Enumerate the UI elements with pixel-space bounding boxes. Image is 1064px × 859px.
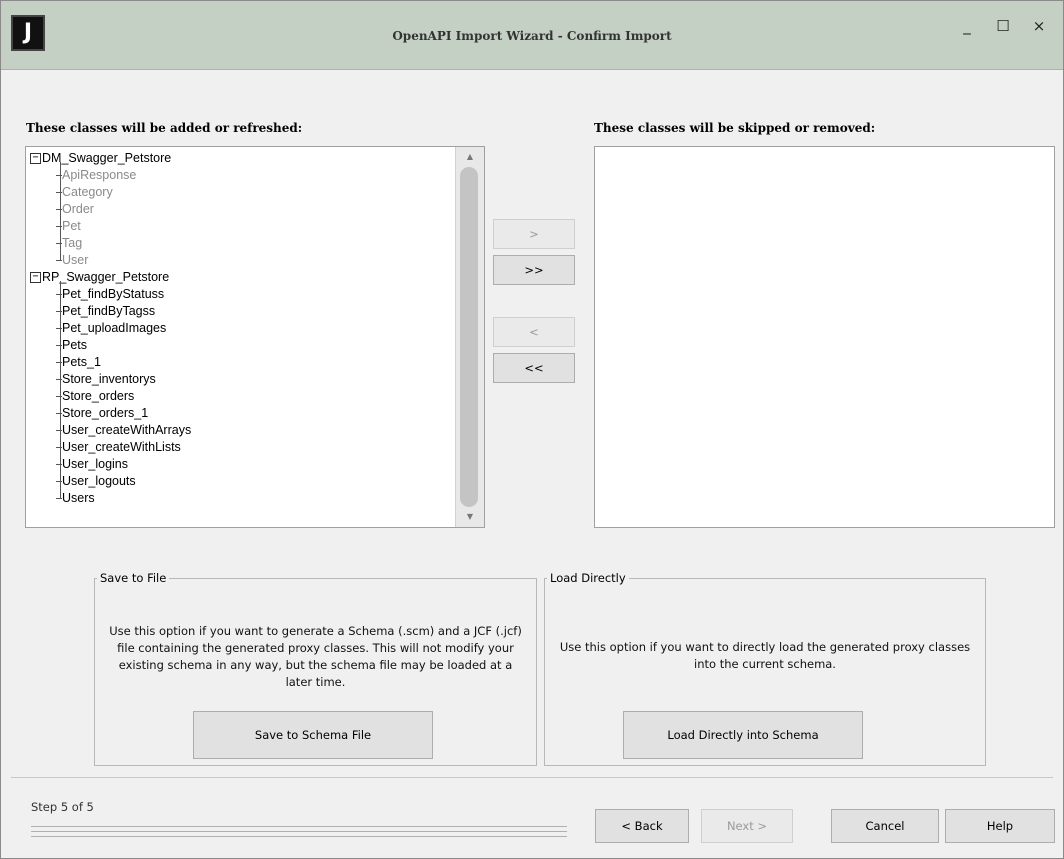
next-button[interactable]: Next > [701,809,793,843]
tree-vertical-connector [60,281,61,498]
tree-connector [56,260,62,261]
scroll-up-arrow-icon[interactable]: ▲ [458,149,482,165]
tree-child-node[interactable]: Pet_uploadImages [30,320,450,337]
tree-child-label: Users [62,491,95,505]
collapse-icon[interactable]: − [30,272,41,283]
save-group-description: Use this option if you want to generate … [109,624,522,689]
tree-child-node[interactable]: User [30,252,450,269]
skipped-classes-label: These classes will be skipped or removed… [594,121,876,135]
footer-divider [11,777,1053,778]
tree-child-label: Category [62,185,113,199]
tree-connector [56,328,62,329]
load-directly-into-schema-button[interactable]: Load Directly into Schema [623,711,863,759]
tree-child-node[interactable]: Order [30,201,450,218]
tree-child-label: Pets [62,338,88,352]
tree-child-node[interactable]: Users [30,490,450,507]
tree-child-label: User_createWithLists [62,440,181,454]
tree-child-label: Tag [62,236,83,250]
added-classes-label: These classes will be added or refreshed… [26,121,303,135]
tree-child-node[interactable]: Pets [30,337,450,354]
tree-root-node[interactable]: − DM_Swagger_Petstore [30,150,450,167]
scroll-thumb[interactable] [460,167,478,507]
tree-child-label: Store_orders_1 [62,406,149,420]
tree-child-label: Pet_findByTagss [62,304,156,318]
load-directly-group: Load Directly Use this option if you wan… [544,571,986,766]
tree-child-label: Order [62,202,94,216]
maximize-button[interactable]: ☐ [989,15,1017,39]
save-to-schema-file-button[interactable]: Save to Schema File [193,711,433,759]
class-tree: − DM_Swagger_Petstore ApiResponse Category O… [30,150,450,507]
back-button[interactable]: < Back [595,809,689,843]
tree-child-node[interactable]: Store_orders [30,388,450,405]
tree-connector [56,209,62,210]
step-indicator: Step 5 of 5 [31,800,94,814]
tree-child-node[interactable]: User_logouts [30,473,450,490]
tree-connector [56,175,62,176]
tree-child-label: User [62,253,89,267]
skipped-classes-list[interactable] [594,146,1055,528]
help-button[interactable]: Help [945,809,1055,843]
tree-connector [56,192,62,193]
added-classes-tree[interactable]: − DM_Swagger_Petstore ApiResponse Category O… [25,146,485,528]
move-all-button[interactable]: >> [493,255,575,285]
tree-child-node[interactable]: Category [30,184,450,201]
save-group-legend: Save to File [100,571,167,585]
tree-connector [56,498,62,499]
window-title: OpenAPI Import Wizard - Confirm Import [392,29,672,43]
title-bar: J OpenAPI Import Wizard - Confirm Import… [1,1,1063,70]
close-button[interactable]: × [1025,15,1053,39]
tree-child-label: Pet [62,219,81,233]
tree-child-label: User_createWithArrays [62,423,192,437]
restore-selected-button[interactable]: < [493,317,575,347]
tree-connector [56,464,62,465]
tree-connector [56,481,62,482]
tree-root-label: DM_Swagger_Petstore [42,151,172,165]
tree-connector [56,311,62,312]
tree-child-node[interactable]: Store_orders_1 [30,405,450,422]
tree-connector [56,447,62,448]
tree-child-node[interactable]: Tag [30,235,450,252]
tree-connector [56,345,62,346]
tree-connector [56,226,62,227]
tree-root-label: RP_Swagger_Petstore [42,270,170,284]
tree-child-node[interactable]: Pet_findByTagss [30,303,450,320]
tree-connector [56,379,62,380]
tree-connector [56,413,62,414]
tree-child-label: Pet_findByStatuss [62,287,165,301]
tree-child-label: User_logouts [62,474,136,488]
tree-child-label: Store_inventorys [62,372,156,386]
tree-vertical-connector [60,162,61,260]
move-selected-button[interactable]: > [493,219,575,249]
tree-connector [56,362,62,363]
cancel-button[interactable]: Cancel [831,809,939,843]
wizard-window: J OpenAPI Import Wizard - Confirm Import… [0,0,1064,859]
load-group-description: Use this option if you want to directly … [559,640,971,671]
tree-child-node[interactable]: Pet_findByStatuss [30,286,450,303]
tree-child-node[interactable]: User_logins [30,456,450,473]
tree-connector [56,396,62,397]
tree-child-label: Pets_1 [62,355,101,369]
tree-scrollbar[interactable]: ▲ ▼ [455,147,484,527]
tree-child-node[interactable]: ApiResponse [30,167,450,184]
step-progress-lines [31,826,567,840]
save-to-file-group: Save to File Use this option if you want… [94,571,537,766]
tree-child-label: ApiResponse [62,168,137,182]
tree-child-label: User_logins [62,457,129,471]
tree-child-label: Store_orders [62,389,135,403]
collapse-icon[interactable]: − [30,153,41,164]
tree-child-node[interactable]: Pet [30,218,450,235]
tree-child-node[interactable]: Pets_1 [30,354,450,371]
tree-child-node[interactable]: User_createWithLists [30,439,450,456]
tree-child-label: Pet_uploadImages [62,321,167,335]
minimize-button[interactable]: _ [953,15,981,39]
tree-child-node[interactable]: User_createWithArrays [30,422,450,439]
tree-connector [56,243,62,244]
tree-root-node[interactable]: − RP_Swagger_Petstore [30,269,450,286]
load-group-legend: Load Directly [550,571,626,585]
restore-all-button[interactable]: << [493,353,575,383]
scroll-down-arrow-icon[interactable]: ▼ [458,509,482,525]
tree-connector [56,430,62,431]
tree-connector [56,294,62,295]
tree-child-node[interactable]: Store_inventorys [30,371,450,388]
